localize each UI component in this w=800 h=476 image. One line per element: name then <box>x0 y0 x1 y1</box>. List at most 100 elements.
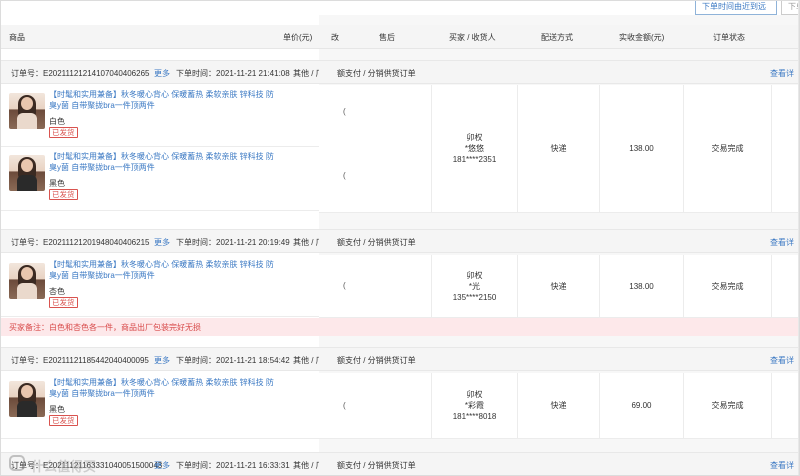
header-amount: 实收金额(元) <box>619 33 665 42</box>
shipped-badge: 已发货 <box>49 127 78 138</box>
order-summary-row: ( ( 卯权 *悠悠 181****2351 快递 138.00 交易完成 <box>319 85 799 213</box>
status-cell: 交易完成 <box>683 85 771 212</box>
order-type-bar: 额支付 / 分销供货订单 查看详 <box>319 452 799 475</box>
left-panel: 商品 单价(元) 订单号：E20211121214107040406265 更多… <box>1 15 319 475</box>
more-link[interactable]: 更多 <box>154 68 170 79</box>
order-type-bar: 额支付 / 分销供货订单 查看详 <box>319 60 799 84</box>
buyer-note: 买家备注：白色和杏色各一件，商品出厂包装完好无损 <box>1 318 319 336</box>
shipping-cell: 快递 <box>517 255 599 317</box>
view-detail-link[interactable]: 查看详 <box>770 68 794 79</box>
product-thumbnail[interactable] <box>9 155 45 191</box>
sort-by-time-button[interactable]: 下单时间由近到远 <box>695 1 777 15</box>
shipping-cell: 快递 <box>517 373 599 438</box>
amount-cell: 69.00 <box>599 373 683 438</box>
action-cell <box>771 373 799 438</box>
receiver-name: *光 <box>468 281 481 291</box>
header-status: 订单状态 <box>713 33 745 42</box>
order-header: 订单号：E20211121214107040406265 更多 下单时间：202… <box>1 60 319 84</box>
product-color: 黑色 <box>49 179 65 188</box>
order-other: 其他 / 厂 <box>293 69 319 78</box>
order-header: 订单号：E20211121201948040406215 更多 下单时间：202… <box>1 229 319 253</box>
view-detail-link[interactable]: 查看详 <box>770 460 794 471</box>
after-sale-cell <box>347 85 431 212</box>
header-product: 商品 <box>9 33 25 42</box>
shipped-badge: 已发货 <box>49 189 78 200</box>
watermark-text: 什么值得买 <box>31 459 97 474</box>
shipping-cell: 快递 <box>517 85 599 212</box>
watermark: 什么值得买 <box>5 453 125 475</box>
watermark-logo-icon <box>9 455 25 471</box>
action-cell <box>771 255 799 317</box>
order-other: 其他 / 厂 <box>293 461 319 470</box>
product-row: 【时髦和实用兼备】秋冬暖心背心 保暖蓄热 柔软亲肤 锌科技 防臭y菌 自带聚拢b… <box>1 373 319 439</box>
order-time: 下单时间：2021-11-21 18:54:42 <box>176 356 290 365</box>
receiver-phone: 135****2150 <box>452 292 497 302</box>
left-table-header: 商品 单价(元) <box>1 25 319 49</box>
header-buyer: 买家 / 收货人 <box>449 33 496 42</box>
more-link[interactable]: 更多 <box>154 237 170 248</box>
view-detail-link[interactable]: 查看详 <box>770 237 794 248</box>
after-sale-cell <box>347 255 431 317</box>
view-detail-link[interactable]: 查看详 <box>770 355 794 366</box>
right-panel: 改 售后 买家 / 收货人 配送方式 实收金额(元) 订单状态 额支付 / 分销… <box>319 15 799 475</box>
status-cell: 交易完成 <box>683 255 771 317</box>
order-number: 订单号：E20211121201948040406215 <box>11 238 150 247</box>
buyer-name: 卯权 <box>466 270 483 280</box>
order-type: 额支付 / 分销供货订单 <box>337 356 416 365</box>
receiver-phone: 181****8018 <box>452 412 497 421</box>
order-number: 订单号：E20211121214107040406265 <box>11 69 150 78</box>
shipped-badge: 已发货 <box>49 297 78 308</box>
buyer-note-text: 买家备注：白色和杏色各一件，商品出厂包装完好无损 <box>9 323 201 332</box>
order-type: 额支付 / 分销供货订单 <box>337 461 416 470</box>
order-summary-row: ( 卯权 *彩霞 181****8018 快递 69.00 交易完成 <box>319 373 799 439</box>
buyer-note-band <box>319 318 799 336</box>
header-after-sale: 售后 <box>379 33 395 42</box>
product-title-link[interactable]: 【时髦和实用兼备】秋冬暖心背心 保暖蓄热 柔软亲肤 锌科技 防臭y菌 自带聚拢b… <box>49 259 274 281</box>
header-frag: 改 <box>331 33 339 42</box>
product-color: 黑色 <box>49 405 65 414</box>
buyer-cell: 卯权 *光 135****2150 <box>431 255 517 317</box>
amount-cell: 138.00 <box>599 85 683 212</box>
order-type: 额支付 / 分销供货订单 <box>337 238 416 247</box>
order-time: 下单时间：2021-11-21 16:33:31 <box>176 461 290 470</box>
order-type-bar: 额支付 / 分销供货订单 查看详 <box>319 229 799 253</box>
product-title-link[interactable]: 【时髦和实用兼备】秋冬暖心背心 保暖蓄热 柔软亲肤 锌科技 防臭y菌 自带聚拢b… <box>49 151 274 173</box>
buyer-name: 卯权 <box>466 390 483 399</box>
status-cell: 交易完成 <box>683 373 771 438</box>
buyer-name: 卯权 <box>466 133 483 142</box>
buyer-cell: 卯权 *悠悠 181****2351 <box>431 85 517 212</box>
buyer-cell: 卯权 *彩霞 181****8018 <box>431 373 517 438</box>
product-thumbnail[interactable] <box>9 263 45 299</box>
receiver-name: *悠悠 <box>464 144 485 153</box>
right-table-header: 改 售后 买家 / 收货人 配送方式 实收金额(元) 订单状态 <box>319 25 799 49</box>
product-row: 【时髦和实用兼备】秋冬暖心背心 保暖蓄热 柔软亲肤 锌科技 防臭y菌 自带聚拢b… <box>1 147 319 211</box>
product-color: 白色 <box>49 117 65 126</box>
order-time: 下单时间：2021-11-21 20:19:49 <box>176 238 290 247</box>
order-list-screen: 下单时间由近到远 下单 商品 单价(元) 订单号：E20211121214107… <box>0 0 800 476</box>
order-type-bar: 额支付 / 分销供货订单 查看详 <box>319 347 799 371</box>
header-unit-price: 单价(元) <box>283 33 313 42</box>
product-thumbnail[interactable] <box>9 381 45 417</box>
order-number: 订单号：E20211121185442040400095 <box>11 356 149 365</box>
order-type: 额支付 / 分销供货订单 <box>337 69 416 78</box>
order-other: 其他 / 厂 <box>293 356 319 365</box>
more-link[interactable]: 更多 <box>154 460 170 471</box>
product-title-link[interactable]: 【时髦和实用兼备】秋冬暖心背心 保暖蓄热 柔软亲肤 锌科技 防臭y菌 自带聚拢b… <box>49 377 274 399</box>
after-sale-cell <box>347 373 431 438</box>
product-row: 【时髦和实用兼备】秋冬暖心背心 保暖蓄热 柔软亲肤 锌科技 防臭y菌 自带聚拢b… <box>1 255 319 317</box>
row-fragment: ( <box>343 281 346 290</box>
header-shipping: 配送方式 <box>541 33 573 42</box>
receiver-phone: 181****2351 <box>452 155 497 164</box>
product-thumbnail[interactable] <box>9 93 45 129</box>
order-time: 下单时间：2021-11-21 21:41:08 <box>176 69 290 78</box>
shipped-badge: 已发货 <box>49 415 78 426</box>
action-cell <box>771 85 799 212</box>
order-other: 其他 / 厂 <box>293 238 319 247</box>
product-title-link[interactable]: 【时髦和实用兼备】秋冬暖心背心 保暖蓄热 柔软亲肤 锌科技 防臭y菌 自带聚拢b… <box>49 89 274 111</box>
product-color: 杏色 <box>49 287 65 296</box>
order-summary-row: ( 卯权 *光 135****2150 快递 138.00 交易完成 <box>319 255 799 318</box>
amount-cell: 138.00 <box>599 255 683 317</box>
order-header: 订单号：E20211121185442040400095 更多 下单时间：202… <box>1 347 319 371</box>
receiver-name: *彩霞 <box>464 401 485 410</box>
more-link[interactable]: 更多 <box>154 355 170 366</box>
